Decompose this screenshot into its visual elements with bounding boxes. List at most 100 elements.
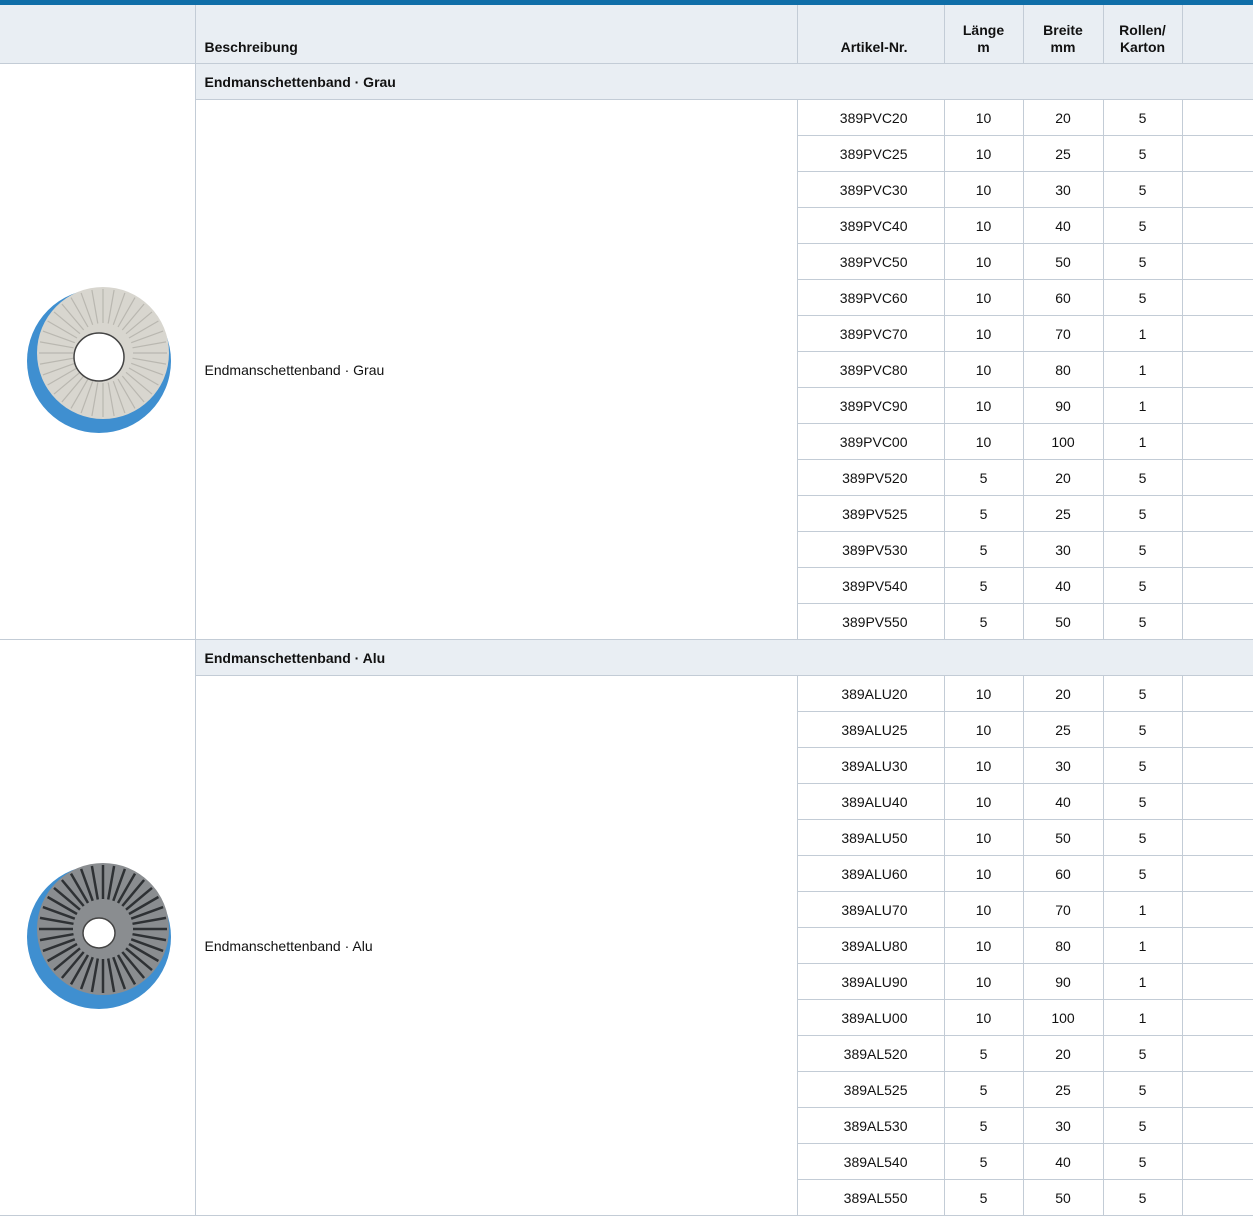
- width-cell: 20: [1022, 459, 1103, 496]
- article-number-cell: 389ALU25: [796, 711, 944, 748]
- rolls-cell: 1: [1102, 351, 1182, 388]
- extra-cell: [1181, 999, 1253, 1036]
- width-cell: 50: [1022, 819, 1103, 856]
- header-article-number: Artikel-Nr.: [796, 5, 944, 64]
- header-rolls-label: Rollen/: [1119, 22, 1166, 38]
- header-article-label: Artikel-Nr.: [840, 39, 908, 55]
- width-cell: 30: [1022, 747, 1103, 784]
- article-number-cell: 389AL530: [796, 1107, 944, 1144]
- rolls-cell: 5: [1102, 171, 1182, 208]
- product-table: Beschreibung Artikel-Nr. Länge m Breite mm…: [0, 5, 1253, 1216]
- article-number-cell: 389ALU90: [796, 963, 944, 1000]
- length-cell: 10: [943, 171, 1023, 208]
- table-header-row: Beschreibung Artikel-Nr. Länge m Breite mm…: [0, 5, 1253, 64]
- grey-cuff-tape-roll-icon: [27, 286, 172, 433]
- article-number-cell: 389PV540: [796, 567, 944, 604]
- group-title-row: Endmanschettenband · Alu: [0, 639, 1253, 1216]
- extra-cell: [1181, 459, 1253, 496]
- length-cell: 10: [943, 207, 1023, 244]
- article-number-cell: 389AL520: [796, 1035, 944, 1072]
- length-cell: 10: [943, 747, 1023, 784]
- length-cell: 10: [943, 999, 1023, 1036]
- rolls-cell: 5: [1102, 675, 1182, 712]
- length-cell: 5: [943, 1179, 1023, 1216]
- extra-cell: [1181, 387, 1253, 424]
- extra-cell: [1181, 927, 1253, 964]
- article-number-cell: 389PVC90: [796, 387, 944, 424]
- header-width-label: Breite: [1043, 22, 1083, 38]
- length-cell: 10: [943, 387, 1023, 424]
- header-rolls-unit: Karton: [1119, 39, 1166, 55]
- width-cell: 40: [1022, 567, 1103, 604]
- extra-cell: [1181, 603, 1253, 640]
- width-cell: 30: [1022, 171, 1103, 208]
- article-number-cell: 389PV525: [796, 495, 944, 532]
- article-number-cell: 389PVC25: [796, 135, 944, 172]
- width-cell: 100: [1022, 423, 1103, 460]
- width-cell: 20: [1022, 1035, 1103, 1072]
- table-body: Endmanschettenband · Grau Endmanschettenb…: [0, 63, 1253, 1216]
- extra-cell: [1181, 423, 1253, 460]
- extra-cell: [1181, 567, 1253, 604]
- header-rolls: Rollen/Karton: [1102, 5, 1182, 64]
- article-number-cell: 389PV520: [796, 459, 944, 496]
- length-cell: 10: [943, 711, 1023, 748]
- rolls-cell: 1: [1102, 315, 1182, 352]
- extra-cell: [1181, 1107, 1253, 1144]
- rolls-cell: 5: [1102, 855, 1182, 892]
- header-extra-column: [1181, 5, 1253, 64]
- length-cell: 5: [943, 531, 1023, 568]
- article-number-cell: 389PV550: [796, 603, 944, 640]
- length-cell: 10: [943, 279, 1023, 316]
- extra-cell: [1181, 1071, 1253, 1108]
- width-cell: 50: [1022, 1179, 1103, 1216]
- rolls-cell: 5: [1102, 495, 1182, 532]
- header-description-label: Beschreibung: [204, 39, 298, 55]
- width-cell: 80: [1022, 351, 1103, 388]
- header-length-label: Länge: [962, 22, 1005, 38]
- extra-cell: [1181, 495, 1253, 532]
- article-number-cell: 389ALU20: [796, 675, 944, 712]
- extra-cell: [1181, 783, 1253, 820]
- extra-cell: [1181, 531, 1253, 568]
- length-cell: 10: [943, 243, 1023, 280]
- article-number-cell: 389ALU70: [796, 891, 944, 928]
- rolls-cell: 5: [1102, 1179, 1182, 1216]
- length-cell: 5: [943, 1143, 1023, 1180]
- width-cell: 100: [1022, 999, 1103, 1036]
- group-title-row: Endmanschettenband · Grau: [0, 63, 1253, 640]
- header-length-unit: m: [977, 39, 990, 55]
- width-cell: 40: [1022, 207, 1103, 244]
- extra-cell: [1181, 1035, 1253, 1072]
- article-number-cell: 389AL550: [796, 1179, 944, 1216]
- rolls-cell: 5: [1102, 819, 1182, 856]
- header-length: Länge m: [943, 5, 1023, 64]
- length-cell: 10: [943, 675, 1023, 712]
- length-cell: 10: [943, 99, 1023, 136]
- width-cell: 60: [1022, 279, 1103, 316]
- article-number-cell: 389PVC00: [796, 423, 944, 460]
- extra-cell: [1181, 207, 1253, 244]
- extra-cell: [1181, 135, 1253, 172]
- width-cell: 50: [1022, 243, 1103, 280]
- extra-cell: [1181, 747, 1253, 784]
- article-number-cell: 389PVC60: [796, 279, 944, 316]
- extra-cell: [1181, 243, 1253, 280]
- group-title: Endmanschettenband · Grau: [194, 63, 1253, 100]
- rolls-cell: 5: [1102, 207, 1182, 244]
- extra-cell: [1181, 279, 1253, 316]
- header-image-column: [0, 5, 195, 64]
- article-number-cell: 389PVC70: [796, 315, 944, 352]
- article-number-cell: 389AL525: [796, 1071, 944, 1108]
- product-image-cell: [0, 639, 195, 1216]
- length-cell: 10: [943, 963, 1023, 1000]
- width-cell: 70: [1022, 315, 1103, 352]
- length-cell: 5: [943, 1107, 1023, 1144]
- width-cell: 25: [1022, 711, 1103, 748]
- width-cell: 30: [1022, 531, 1103, 568]
- rolls-cell: 5: [1102, 783, 1182, 820]
- rolls-cell: 5: [1102, 243, 1182, 280]
- width-cell: 25: [1022, 135, 1103, 172]
- article-number-cell: 389AL540: [796, 1143, 944, 1180]
- width-cell: 30: [1022, 1107, 1103, 1144]
